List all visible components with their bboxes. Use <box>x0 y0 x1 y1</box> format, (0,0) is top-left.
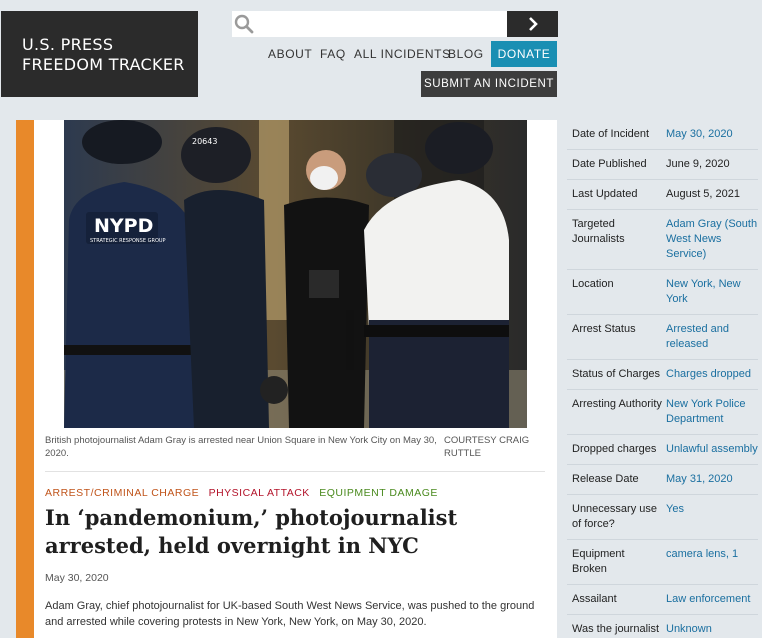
detail-label: Arresting Authority <box>572 398 662 410</box>
search-submit-button[interactable] <box>507 11 558 37</box>
detail-row: Dropped charges Unlawful assembly <box>567 435 758 465</box>
detail-row: Arresting Authority New York Police Depar… <box>567 390 758 435</box>
tag-physical-attack[interactable]: PHYSICAL ATTACK <box>209 487 310 499</box>
detail-row: Date of Incident May 30, 2020 <box>567 120 758 150</box>
main-nav: ABOUT FAQ ALL INCIDENTS BLOG <box>0 41 762 67</box>
detail-value[interactable]: Yes <box>666 502 758 532</box>
detail-value[interactable]: Unknown <box>666 622 758 637</box>
detail-label: Release Date <box>572 473 639 485</box>
nav-all-incidents[interactable]: ALL INCIDENTS <box>354 47 451 61</box>
detail-row: Unnecessary use of force? Yes <box>567 495 758 540</box>
detail-value: June 9, 2020 <box>666 158 730 170</box>
search-icon <box>234 14 254 34</box>
nypd-patch-subtext: STRATEGIC RESPONSE GROUP <box>90 238 166 244</box>
chevron-right-icon <box>528 17 538 31</box>
nav-faq[interactable]: FAQ <box>320 47 346 61</box>
submit-incident-button[interactable]: SUBMIT AN INCIDENT <box>421 71 557 97</box>
detail-value: August 5, 2021 <box>666 188 741 200</box>
nypd-patch-text: NYPD <box>94 215 153 237</box>
photo-credit: COURTESY CRAIG RUTTLE <box>444 435 530 459</box>
article-headline: In ‘pandemonium,’ photojournalist arrest… <box>45 505 458 558</box>
detail-value[interactable]: Charges dropped <box>666 367 758 382</box>
detail-label: Assailant <box>572 593 617 605</box>
detail-value[interactable]: Unlawful assembly <box>666 442 758 457</box>
detail-label: Status of Charges <box>572 368 661 380</box>
detail-label: Last Updated <box>572 188 638 200</box>
detail-row: Date Published June 9, 2020 <box>567 150 758 180</box>
incident-details: Date of Incident May 30, 2020 Date Publis… <box>567 120 758 638</box>
article-summary: Adam Gray, chief photojournalist for UK-… <box>45 600 535 628</box>
article-card: NYPD STRATEGIC RESPONSE GROUP 20643 Brit… <box>16 120 557 638</box>
detail-row: Was the journalist Unknown <box>567 615 758 638</box>
nav-blog[interactable]: BLOG <box>448 47 484 61</box>
detail-value[interactable]: New York Police Department <box>666 397 758 427</box>
detail-value[interactable]: Law enforcement <box>666 592 758 607</box>
search-input[interactable] <box>260 11 506 37</box>
detail-value[interactable]: May 30, 2020 <box>666 127 758 142</box>
detail-row: Equipment Broken camera lens, 1 <box>567 540 758 585</box>
detail-label: Unnecessary use of force? <box>572 503 657 530</box>
detail-label: Arrest Status <box>572 323 636 335</box>
detail-row: Last Updated August 5, 2021 <box>567 180 758 210</box>
detail-label: Dropped charges <box>572 443 657 455</box>
detail-value[interactable]: Arrested and released <box>666 322 758 352</box>
article-date: May 30, 2020 <box>45 572 109 584</box>
detail-label: Was the journalist <box>572 623 660 635</box>
tag-equipment-damage[interactable]: EQUIPMENT DAMAGE <box>319 487 438 499</box>
donate-button[interactable]: DONATE <box>491 41 557 67</box>
detail-row: Targeted Journalists Adam Gray (South Wes… <box>567 210 758 270</box>
detail-row: Arrest Status Arrested and released <box>567 315 758 360</box>
detail-label: Targeted Journalists <box>572 218 625 245</box>
detail-label: Date Published <box>572 158 647 170</box>
detail-value[interactable]: May 31, 2020 <box>666 472 758 487</box>
detail-label: Equipment Broken <box>572 548 625 575</box>
detail-row: Assailant Law enforcement <box>567 585 758 615</box>
divider <box>45 471 545 472</box>
tag-arrest[interactable]: ARREST/CRIMINAL CHARGE <box>45 487 199 499</box>
detail-row: Status of Charges Charges dropped <box>567 360 758 390</box>
detail-value[interactable]: Adam Gray (South West News Service) <box>666 217 758 262</box>
search-bar <box>232 11 558 37</box>
article-photo: NYPD STRATEGIC RESPONSE GROUP 20643 <box>64 120 527 428</box>
photo-caption: British photojournalist Adam Gray is arr… <box>45 435 437 459</box>
detail-value[interactable]: camera lens, 1 <box>666 547 758 577</box>
detail-value[interactable]: New York, New York <box>666 277 758 307</box>
category-stripe <box>16 120 34 638</box>
helmet-number: 20643 <box>192 137 217 146</box>
detail-label: Location <box>572 278 614 290</box>
detail-row: Location New York, New York <box>567 270 758 315</box>
category-tags: ARREST/CRIMINAL CHARGE PHYSICAL ATTACK E… <box>45 487 444 499</box>
detail-row: Release Date May 31, 2020 <box>567 465 758 495</box>
detail-label: Date of Incident <box>572 128 650 140</box>
nav-about[interactable]: ABOUT <box>268 47 312 61</box>
